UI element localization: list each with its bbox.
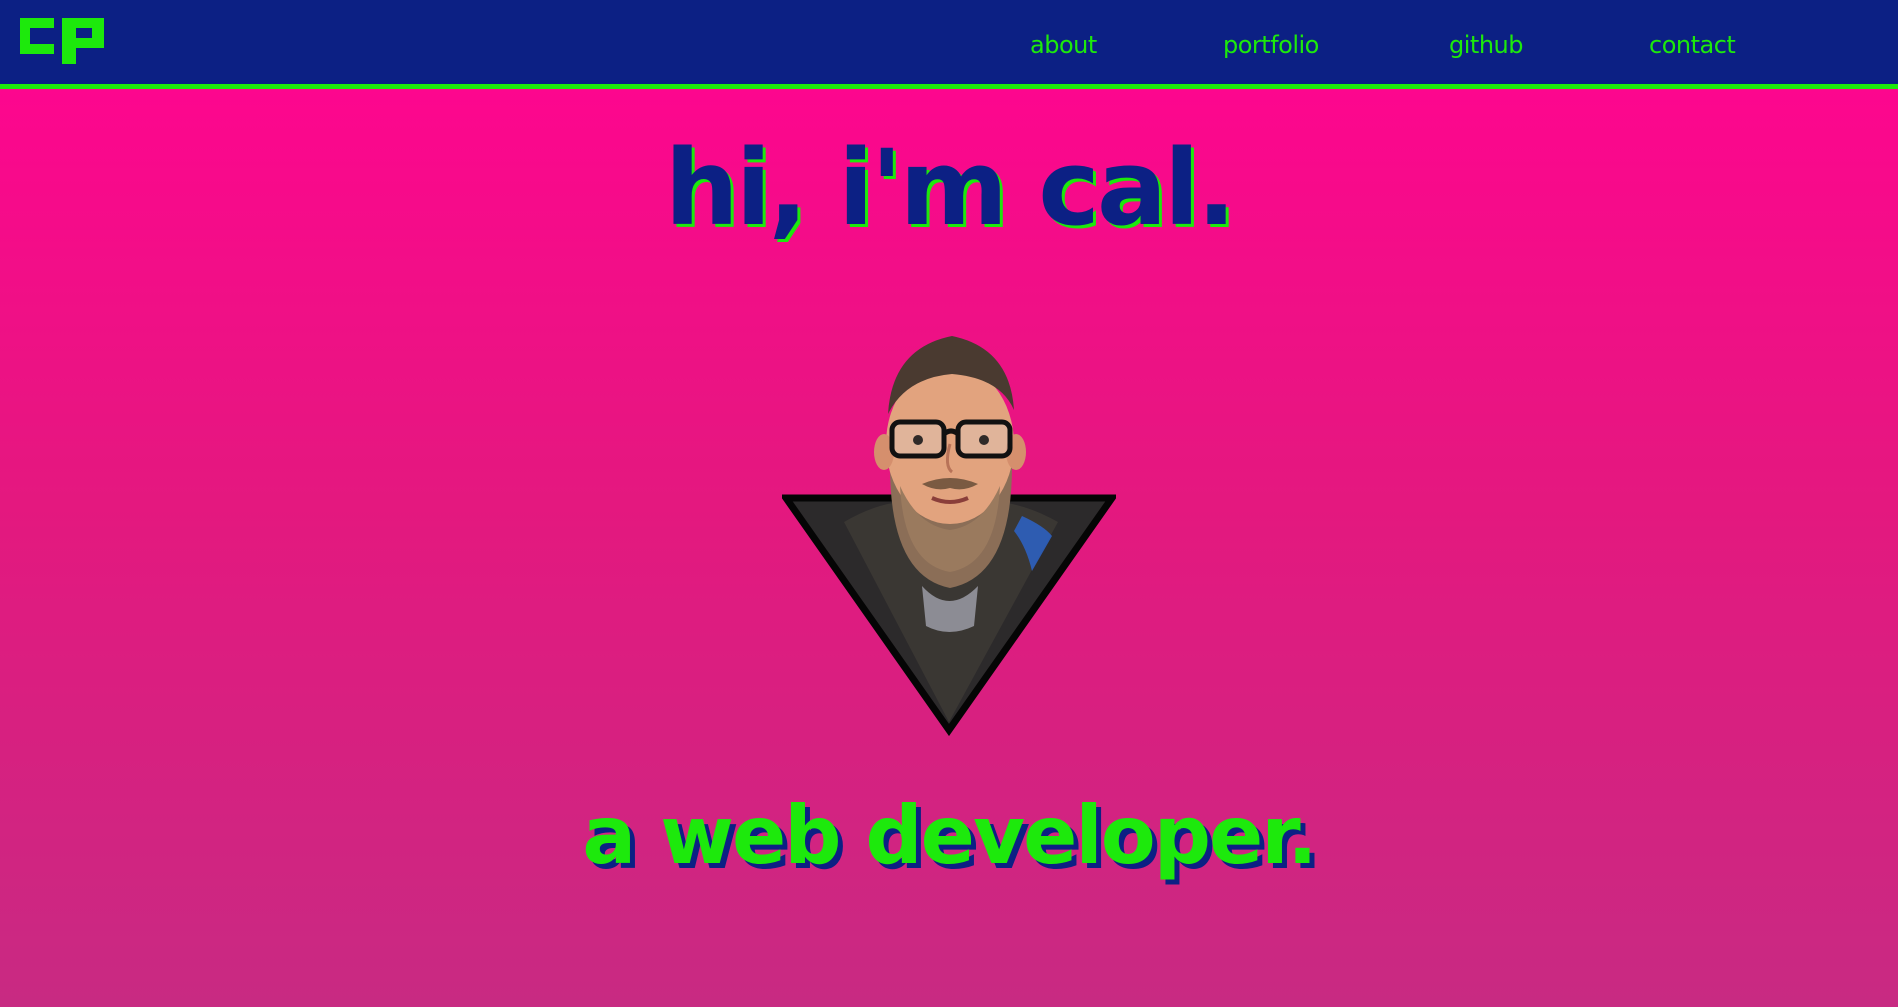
nav-link-github[interactable]: github — [1449, 33, 1523, 57]
nav-link-contact[interactable]: contact — [1649, 33, 1736, 57]
hero-headline: hi, i'm cal. — [664, 127, 1236, 249]
nav-link-portfolio[interactable]: portfolio — [1223, 33, 1319, 57]
nav-link-about[interactable]: about — [1030, 33, 1097, 57]
cp-logo[interactable] — [18, 8, 106, 64]
hero-subheadline: a web developer. — [582, 789, 1317, 882]
avatar-portrait — [782, 336, 1116, 736]
top-navbar: about portfolio github contact — [0, 0, 1898, 89]
